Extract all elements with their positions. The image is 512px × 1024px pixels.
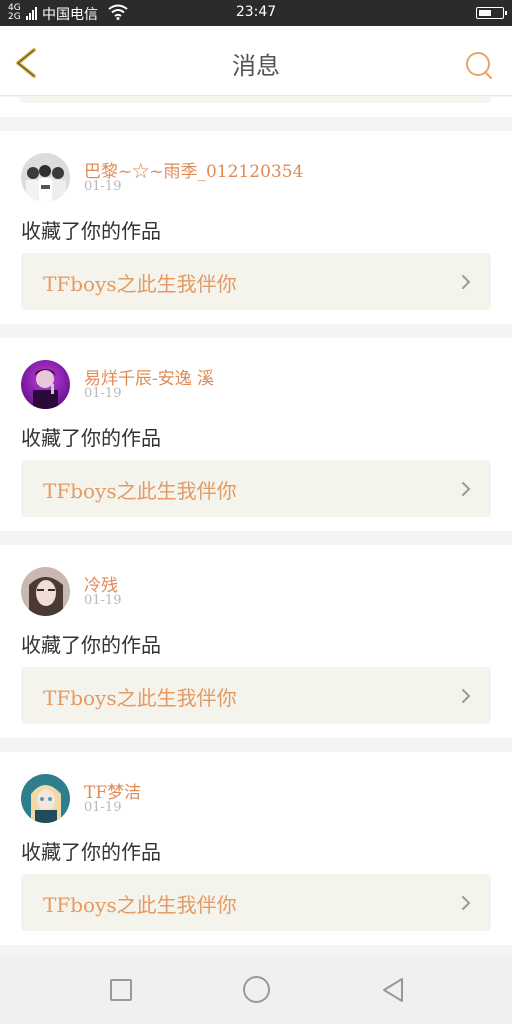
- recent-apps-icon[interactable]: [110, 979, 132, 1001]
- page-title: 消息: [232, 52, 280, 80]
- work-link-button[interactable]: TFboys之此生我伴你: [21, 874, 491, 931]
- work-title: TFboys之此生我伴你: [43, 272, 237, 296]
- back-icon[interactable]: [380, 976, 406, 1004]
- work-title: TFboys之此生我伴你: [43, 893, 237, 917]
- avatar[interactable]: [21, 360, 70, 409]
- message-date: 01-19: [84, 800, 122, 815]
- list-item[interactable]: TF梦洁 01-19 收藏了你的作品 TFboys之此生我伴你: [0, 752, 512, 945]
- avatar[interactable]: [21, 153, 70, 202]
- work-title: TFboys之此生我伴你: [43, 686, 237, 710]
- message-date: 01-19: [84, 179, 122, 194]
- message-action: 收藏了你的作品: [21, 633, 161, 657]
- chevron-right-icon: [462, 689, 471, 703]
- avatar[interactable]: [21, 567, 70, 616]
- message-action: 收藏了你的作品: [21, 426, 161, 450]
- app-header: 消息: [0, 26, 512, 96]
- battery-icon: [476, 7, 507, 19]
- avatar[interactable]: [21, 774, 70, 823]
- message-action: 收藏了你的作品: [21, 219, 161, 243]
- work-title: TFboys之此生我伴你: [43, 479, 237, 503]
- list-item[interactable]: 冷残 01-19 收藏了你的作品 TFboys之此生我伴你: [0, 545, 512, 738]
- list-item[interactable]: 巴黎~☆~雨季_012120354 01-19 收藏了你的作品 TFboys之此…: [0, 131, 512, 324]
- message-date: 01-19: [84, 593, 122, 608]
- message-date: 01-19: [84, 386, 122, 401]
- message-action: 收藏了你的作品: [21, 840, 161, 864]
- list-item-partial: [0, 97, 512, 117]
- chevron-right-icon: [462, 275, 471, 289]
- chevron-right-icon: [462, 896, 471, 910]
- chevron-right-icon: [462, 482, 471, 496]
- work-link-button[interactable]: TFboys之此生我伴你: [21, 460, 491, 517]
- search-icon[interactable]: [464, 50, 494, 80]
- work-link-button[interactable]: TFboys之此生我伴你: [21, 667, 491, 724]
- list-item[interactable]: 易烊千辰-安逸 溪 01-19 收藏了你的作品 TFboys之此生我伴你: [0, 338, 512, 531]
- home-icon[interactable]: [243, 976, 270, 1003]
- status-bar: 4G 2G 中国电信 23:47: [0, 0, 512, 26]
- status-time: 23:47: [235, 4, 277, 20]
- system-nav-bar: [0, 956, 512, 1024]
- work-link-button[interactable]: TFboys之此生我伴你: [21, 253, 491, 310]
- message-list[interactable]: 巴黎~☆~雨季_012120354 01-19 收藏了你的作品 TFboys之此…: [0, 97, 512, 945]
